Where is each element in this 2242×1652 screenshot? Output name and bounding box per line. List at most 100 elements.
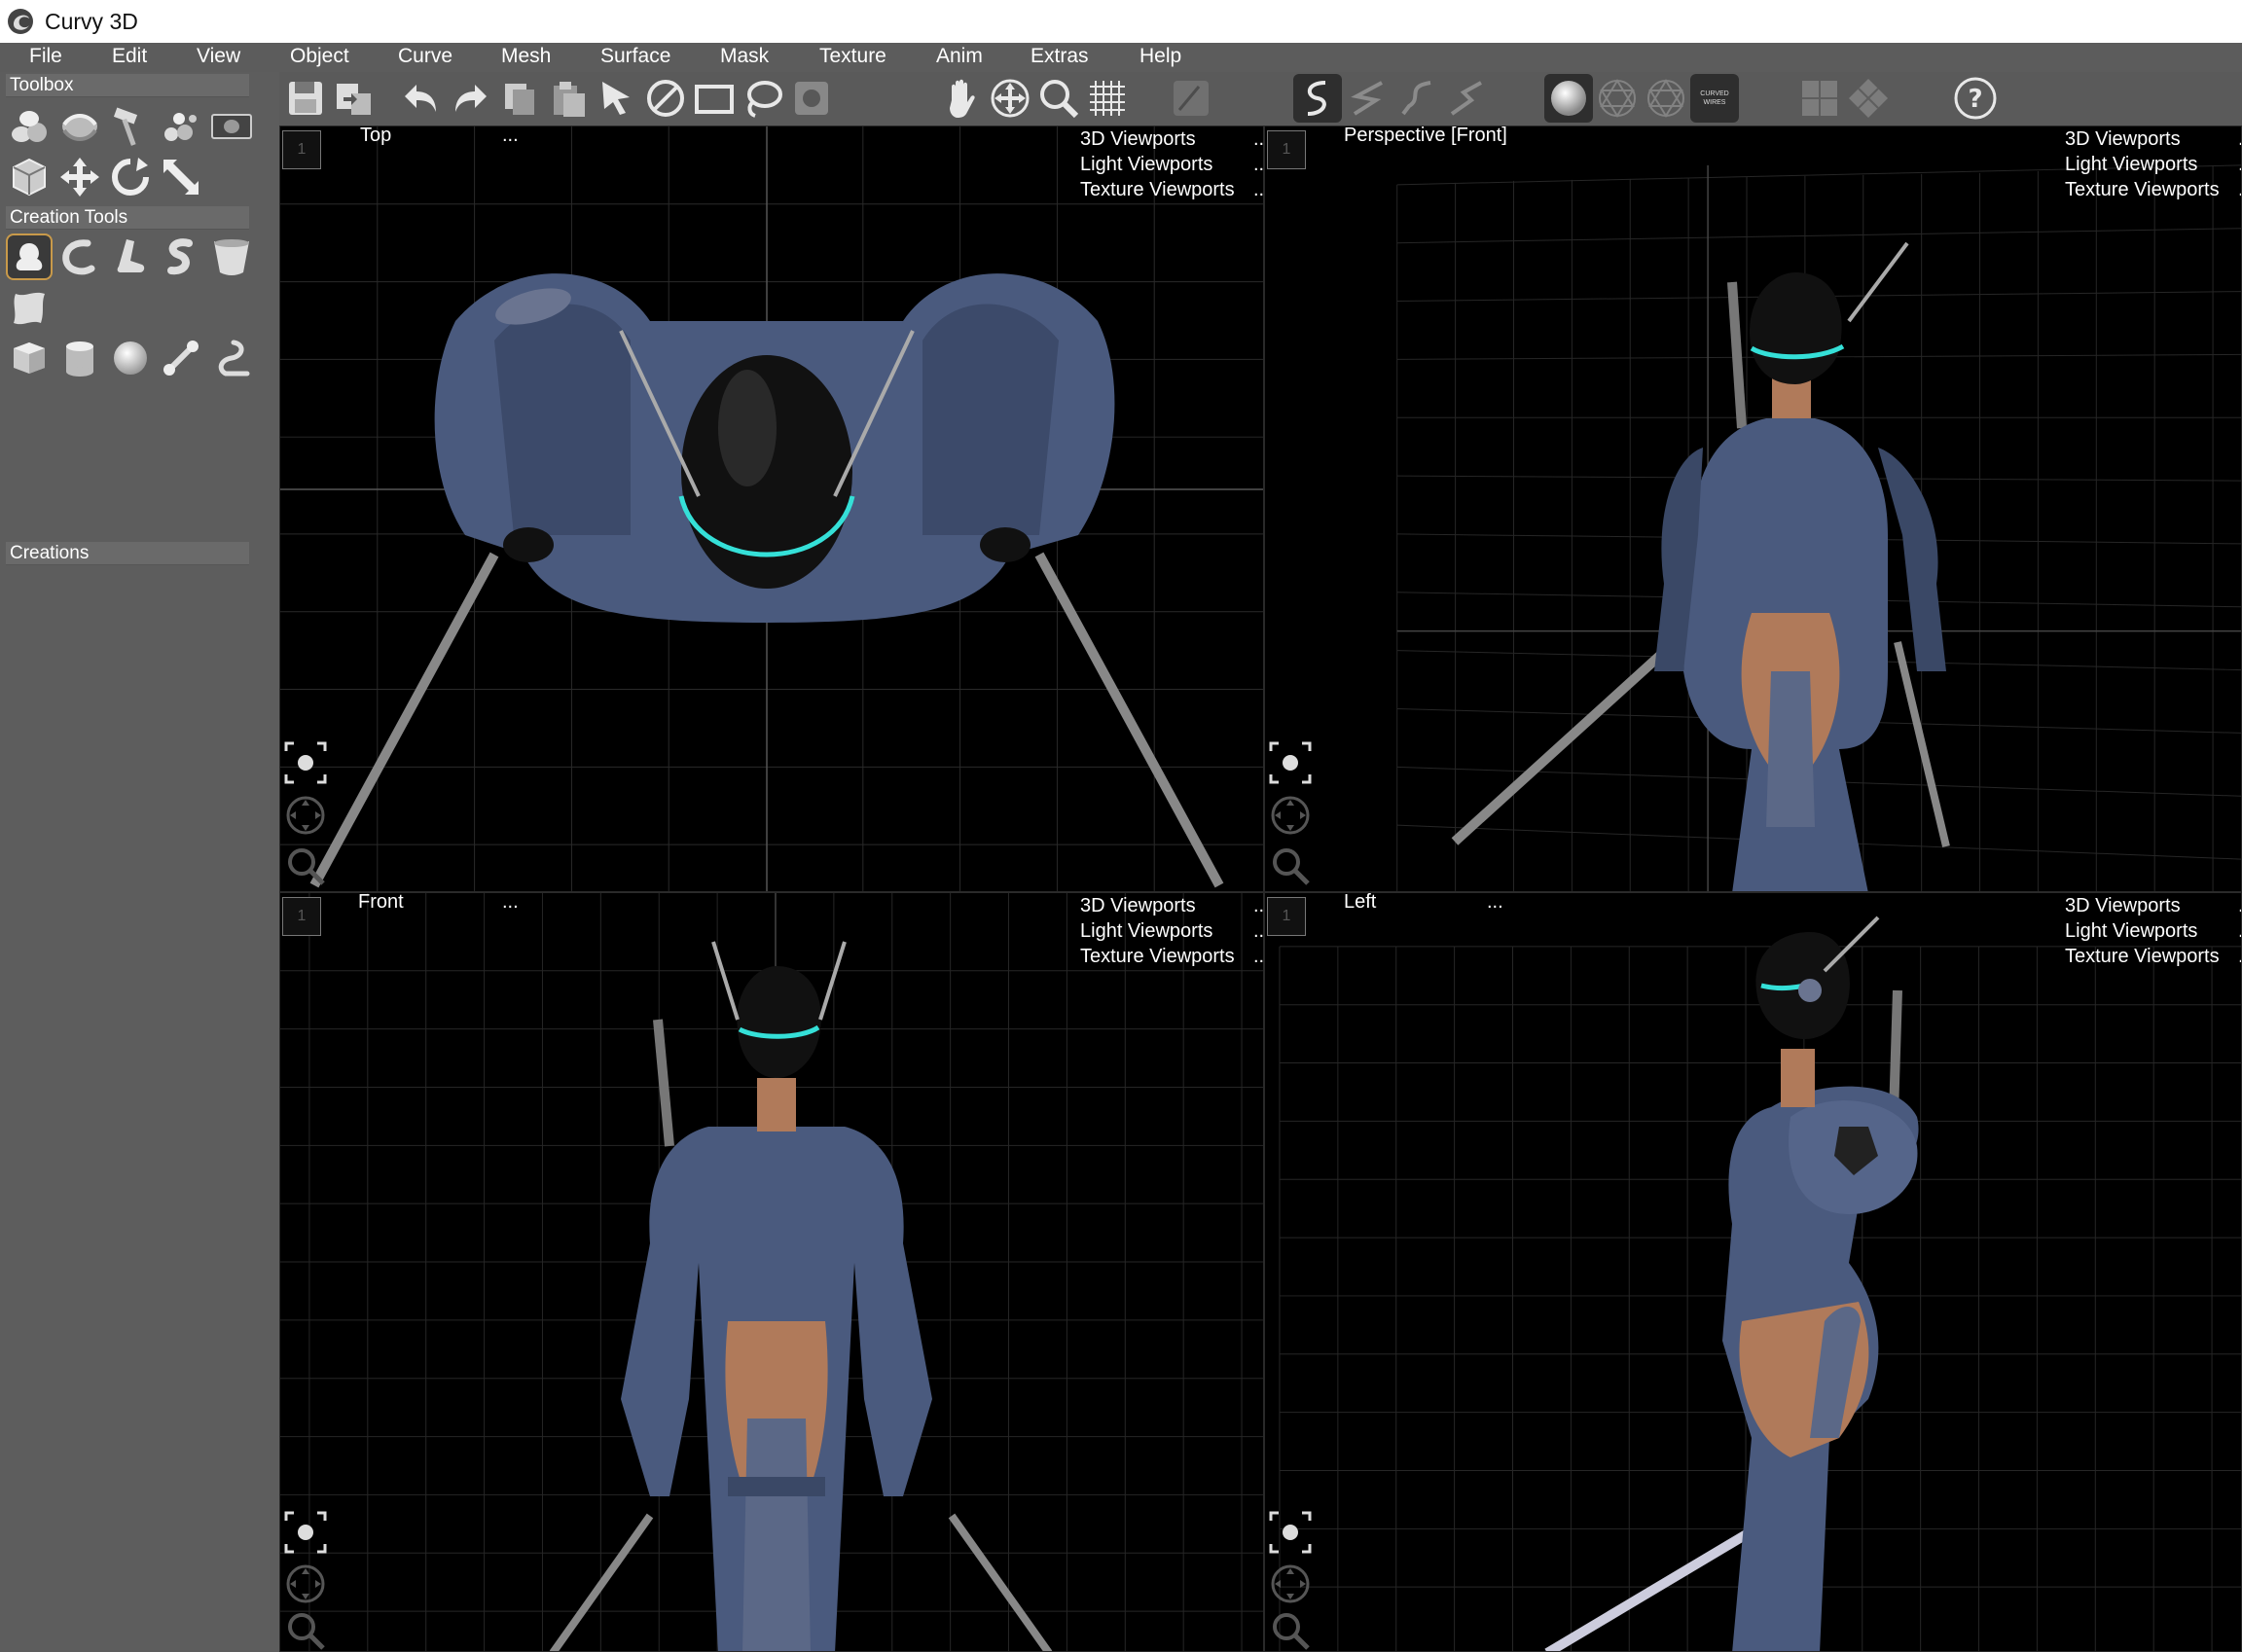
undo-button[interactable] <box>396 74 445 123</box>
viewport-left[interactable]: 1 Left ... 3D Viewports .. Light Viewpor… <box>1264 892 2242 1652</box>
toolbox-move-tool[interactable] <box>56 154 103 200</box>
pan-view-icon[interactable] <box>1269 1562 1312 1605</box>
creation-cup-tool[interactable] <box>208 233 255 280</box>
menu-mesh[interactable]: Mesh <box>501 45 551 68</box>
toolbox-cube-tool[interactable] <box>6 154 53 200</box>
creation-hook-tool[interactable] <box>56 233 103 280</box>
viewport-number-badge[interactable]: 1 <box>282 897 321 936</box>
toolbox-rotate-tool[interactable] <box>107 154 154 200</box>
menu-3d-viewports[interactable]: 3D Viewports .. <box>1080 893 1263 918</box>
pan-view-icon[interactable] <box>284 794 327 837</box>
curve-tool-4-button[interactable] <box>1441 74 1490 123</box>
viewport-options-dots[interactable]: ... <box>502 893 519 914</box>
viewport-number-badge[interactable]: 1 <box>1267 130 1306 169</box>
viewport-number-badge[interactable]: 1 <box>282 130 321 169</box>
copy-button[interactable] <box>495 74 544 123</box>
creation-boot-tool[interactable] <box>107 233 154 280</box>
save-button[interactable] <box>281 74 330 123</box>
help-button[interactable]: ? <box>1951 74 2000 123</box>
creation-sphere-tool[interactable] <box>107 335 154 381</box>
cylinder-primitive-icon <box>66 341 93 377</box>
creation-sheet-tool[interactable] <box>6 284 53 331</box>
creation-cylinder-tool[interactable] <box>56 335 103 381</box>
toolbox-screen-tool[interactable] <box>208 103 255 150</box>
zoom-view-icon[interactable] <box>1269 844 1312 887</box>
zoom-view-icon[interactable] <box>284 1609 327 1652</box>
deselect-button[interactable] <box>641 74 690 123</box>
rotated-view-button[interactable] <box>1844 74 1893 123</box>
menu-object[interactable]: Object <box>290 45 349 68</box>
lasso-select-button[interactable] <box>739 74 787 123</box>
toolbox-hammer-tool[interactable] <box>107 103 154 150</box>
menu-file[interactable]: File <box>29 45 62 68</box>
pan-view-icon[interactable] <box>1269 794 1312 837</box>
armor-figure-top-view <box>309 273 1224 888</box>
viewport-perspective[interactable]: 1 Perspective [Front] 3D Viewports .. Li… <box>1264 126 2242 892</box>
creation-blob-tool[interactable] <box>6 233 53 280</box>
menu-curve[interactable]: Curve <box>398 45 452 68</box>
menu-3d-viewports[interactable]: 3D Viewports .. <box>2065 126 2241 152</box>
camera-focus-icon[interactable] <box>1269 1511 1312 1554</box>
creation-cube-tool[interactable] <box>6 335 53 381</box>
menu-mask[interactable]: Mask <box>720 45 769 68</box>
camera-focus-icon[interactable] <box>1269 741 1312 784</box>
rect-select-button[interactable] <box>690 74 739 123</box>
camera-focus-icon[interactable] <box>284 1511 327 1554</box>
menu-surface[interactable]: Surface <box>600 45 670 68</box>
menu-texture-viewports[interactable]: Texture Viewports .. <box>1080 944 1263 969</box>
menu-3d-viewports[interactable]: 3D Viewports .. <box>1080 126 1263 152</box>
wire-sphere-2-button[interactable] <box>1642 74 1690 123</box>
menu-texture-viewports[interactable]: Texture Viewports .. <box>2065 177 2241 202</box>
armor-figure-front-view <box>549 941 1053 1651</box>
zoom-view-icon[interactable] <box>1269 1609 1312 1652</box>
export-button[interactable] <box>330 74 379 123</box>
paste-button[interactable] <box>544 74 593 123</box>
toolbox-wrap-tool[interactable] <box>56 103 103 150</box>
creations-header[interactable]: Creations <box>6 542 249 565</box>
menu-texture-viewports[interactable]: Texture Viewports .. <box>2065 944 2241 969</box>
toolbox-objects-tool[interactable] <box>6 103 53 150</box>
mask-select-button[interactable] <box>787 74 836 123</box>
select-arrow-button[interactable] <box>593 74 641 123</box>
creation-spiral-tool[interactable] <box>158 233 204 280</box>
viewport-options-dots[interactable]: ... <box>502 126 519 147</box>
flat-view-button[interactable] <box>1795 74 1844 123</box>
menu-3d-viewports[interactable]: 3D Viewports .. <box>2065 893 2241 918</box>
shaded-sphere-button[interactable] <box>1544 74 1593 123</box>
menu-anim[interactable]: Anim <box>936 45 983 68</box>
pan-view-icon[interactable] <box>284 1562 327 1605</box>
toolbox-scale-tool[interactable] <box>158 154 204 200</box>
menu-help[interactable]: Help <box>1139 45 1181 68</box>
wire-sphere-button[interactable] <box>1593 74 1642 123</box>
creation-bone-tool[interactable] <box>158 335 204 381</box>
menu-light-viewports[interactable]: Light Viewports .. <box>1080 152 1263 177</box>
viewport-options-dots[interactable]: ... <box>1487 893 1503 914</box>
menu-texture[interactable]: Texture <box>819 45 886 68</box>
creation-tube-tool[interactable] <box>208 335 255 381</box>
curve-tool-1-button[interactable] <box>1293 74 1342 123</box>
menu-light-viewports[interactable]: Light Viewports .. <box>2065 918 2241 944</box>
toolbox-particles-tool[interactable] <box>158 103 204 150</box>
viewport-number-badge[interactable]: 1 <box>1267 897 1306 936</box>
creation-tools-header[interactable]: Creation Tools <box>6 206 249 230</box>
zoom-view-icon[interactable] <box>284 844 327 887</box>
menu-light-viewports[interactable]: Light Viewports .. <box>2065 152 2241 177</box>
viewport-top[interactable]: 1 Top ... 3D Viewports .. Light Viewport… <box>279 126 1264 892</box>
menu-extras[interactable]: Extras <box>1031 45 1089 68</box>
menu-edit[interactable]: Edit <box>112 45 147 68</box>
curved-wires-button[interactable]: CURVED WIRES <box>1690 74 1739 123</box>
zoom-button[interactable] <box>1034 74 1083 123</box>
pan-hand-button[interactable] <box>937 74 986 123</box>
redo-button[interactable] <box>447 74 495 123</box>
grid-button[interactable] <box>1083 74 1132 123</box>
toolbox-header[interactable]: Toolbox <box>6 74 249 97</box>
move-view-button[interactable] <box>986 74 1034 123</box>
edit-disabled-button[interactable] <box>1167 74 1215 123</box>
menu-light-viewports[interactable]: Light Viewports .. <box>1080 918 1263 944</box>
camera-focus-icon[interactable] <box>284 741 327 784</box>
menu-view[interactable]: View <box>197 45 240 68</box>
viewport-front[interactable]: 1 Front ... 3D Viewports .. Light Viewpo… <box>279 892 1264 1652</box>
curve-tool-2-button[interactable] <box>1344 74 1392 123</box>
menu-texture-viewports[interactable]: Texture Viewports .. <box>1080 177 1263 202</box>
curve-tool-3-button[interactable] <box>1392 74 1441 123</box>
